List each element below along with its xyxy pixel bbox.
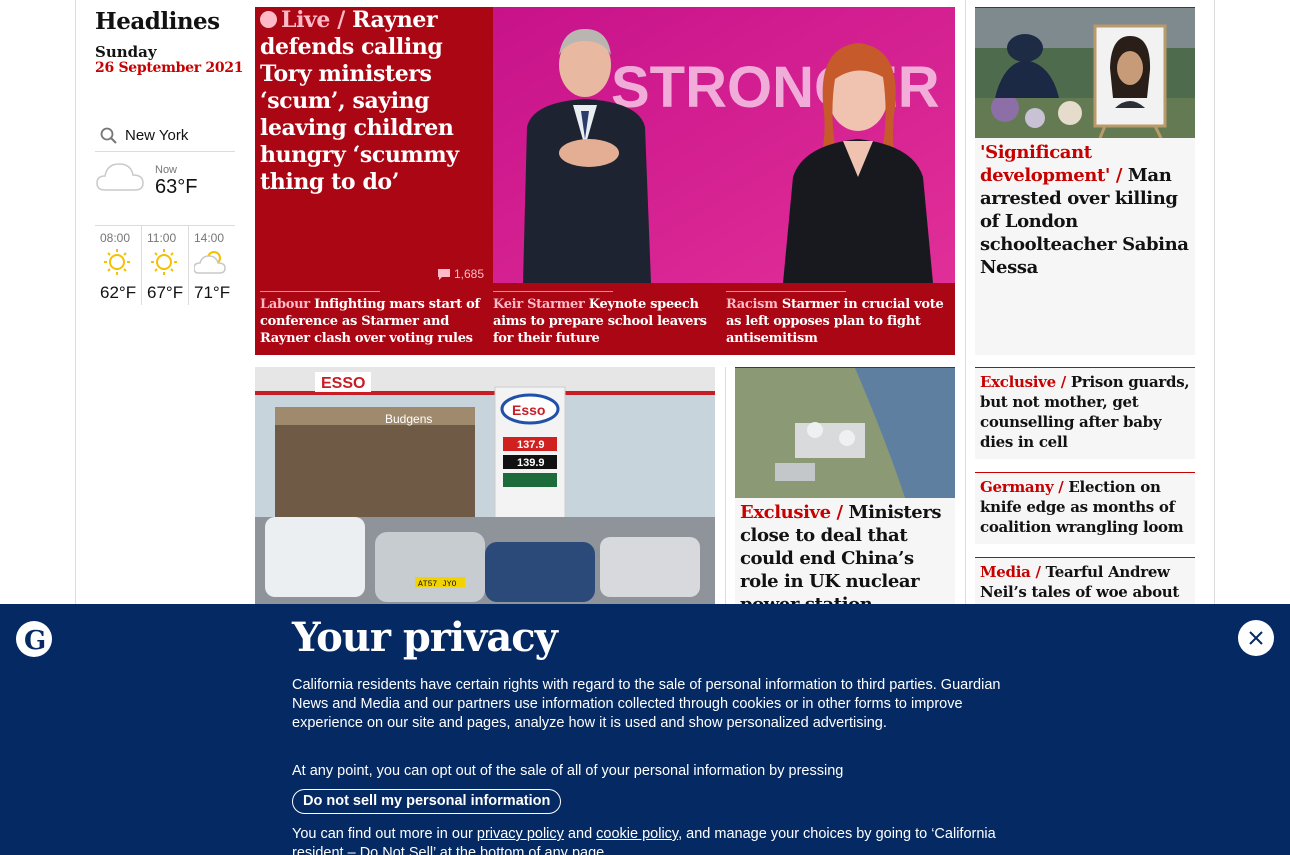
svg-text:Esso: Esso xyxy=(512,402,545,418)
row-divider xyxy=(725,367,726,607)
privacy-text-1: California residents have certain rights… xyxy=(292,677,1001,731)
lead-story-text: Live / Rayner defends calling Tory minis… xyxy=(260,7,488,196)
price-1: 137.9 xyxy=(517,439,545,451)
price-2: 139.9 xyxy=(517,457,545,469)
weather-location: New York xyxy=(125,127,189,144)
petrol-station-image[interactable]: ESSO Budgens Esso 137.9 139.9 AT57 JYO xyxy=(255,367,715,607)
story-image xyxy=(975,8,1195,138)
lead-kicker: Live / xyxy=(281,7,345,33)
forecast-temp: 62°F xyxy=(100,283,137,302)
comment-icon xyxy=(438,268,450,280)
sun-icon xyxy=(104,249,130,275)
privacy-text-3-start: You can find out more in our xyxy=(292,826,477,842)
sublink-rule xyxy=(493,291,613,292)
nuclear-photo xyxy=(735,368,955,498)
forecast-item: 08:00 62°F xyxy=(95,226,142,305)
sublink-text: Labour Infighting mars start of conferen… xyxy=(260,296,484,347)
story-card-sabina-nessa[interactable]: 'Significant development' / Man arrested… xyxy=(975,7,1195,355)
forecast-item: 11:00 67°F xyxy=(142,226,189,305)
forecast-time: 08:00 xyxy=(100,231,131,245)
story-kicker: Exclusive / xyxy=(740,502,843,523)
lead-photo: STRONGER xyxy=(493,7,955,283)
forecast-item: 14:00 71°F xyxy=(189,226,235,305)
sun-cloud-icon xyxy=(193,251,226,274)
weather-now-temp: 63°F xyxy=(155,176,198,198)
date-day: Sunday xyxy=(95,43,157,61)
sun-icon xyxy=(151,249,177,275)
weather-now-label: Now xyxy=(155,164,178,176)
sublink-racism[interactable]: Racism Starmer in crucial vote as left o… xyxy=(726,291,950,347)
comment-count[interactable]: 1,685 xyxy=(438,267,484,281)
weather-location-field[interactable]: New York xyxy=(95,120,235,152)
forecast-time: 14:00 xyxy=(194,231,225,245)
privacy-banner: G Your privacy California residents have… xyxy=(0,604,1290,855)
budgens-shop-text: Budgens xyxy=(385,412,432,426)
forecast-time: 11:00 xyxy=(147,231,177,245)
cookie-policy-link[interactable]: cookie policy xyxy=(596,826,678,842)
close-button[interactable] xyxy=(1238,620,1274,656)
search-icon xyxy=(100,127,117,144)
story-kicker: Exclusive / xyxy=(980,373,1066,391)
cloud-icon xyxy=(96,163,144,191)
sublink-kicker: Labour xyxy=(260,297,310,312)
lead-story-card[interactable]: Live / Rayner defends calling Tory minis… xyxy=(255,7,955,355)
weather-forecast: 08:00 62°F 11:00 67°F 14:00 71°F xyxy=(95,225,235,305)
date-full: 26 September 2021 xyxy=(95,60,244,76)
story-card-prison[interactable]: Exclusive / Prison guards, but not mothe… xyxy=(975,367,1195,459)
story-kicker: Media / xyxy=(980,563,1041,581)
privacy-text-3-and: and xyxy=(563,826,597,842)
esso-sign-text: ESSO xyxy=(321,375,365,392)
page-title: Headlines xyxy=(95,8,220,35)
sublink-kicker: Racism xyxy=(726,297,778,312)
weather-now: Now 63°F xyxy=(95,152,235,214)
sublink-labour[interactable]: Labour Infighting mars start of conferen… xyxy=(260,291,484,347)
sublink-kicker: Keir Starmer xyxy=(493,297,585,312)
lead-sublinks: Labour Infighting mars start of conferen… xyxy=(255,291,955,355)
do-not-sell-button[interactable]: Do not sell my personal information xyxy=(292,789,562,814)
story-card-germany[interactable]: Germany / Election on knife edge as mont… xyxy=(975,472,1195,544)
live-dot-icon xyxy=(260,11,277,28)
privacy-text-3: You can find out more in our privacy pol… xyxy=(292,825,1002,855)
svg-text:G: G xyxy=(24,626,46,656)
petrol-photo: ESSO Budgens Esso 137.9 139.9 AT57 JYO xyxy=(255,367,715,607)
comment-count-text: 1,685 xyxy=(454,267,485,281)
story-card-nuclear[interactable]: Exclusive / Ministers close to deal that… xyxy=(735,367,955,615)
lead-headline[interactable]: Live / Rayner defends calling Tory minis… xyxy=(260,7,488,196)
story-headline: 'Significant development' / Man arrested… xyxy=(980,141,1192,279)
forecast-temp: 67°F xyxy=(147,283,184,302)
story-text: Germany / Election on knife edge as mont… xyxy=(980,477,1190,537)
story-kicker: 'Significant development' / xyxy=(980,142,1123,186)
sublink-rule xyxy=(726,291,846,292)
lead-image[interactable]: STRONGER xyxy=(493,7,955,283)
privacy-policy-link[interactable]: privacy policy xyxy=(477,826,564,842)
story-kicker: Germany / xyxy=(980,478,1064,496)
privacy-title: Your privacy xyxy=(292,614,558,661)
sublink-rule xyxy=(260,291,380,292)
sublink-text: Racism Starmer in crucial vote as left o… xyxy=(726,296,950,347)
close-icon xyxy=(1249,631,1263,645)
story-image xyxy=(735,368,955,498)
story-text: Exclusive / Prison guards, but not mothe… xyxy=(980,372,1190,452)
forecast-temp: 71°F xyxy=(194,283,231,302)
lead-headline-text: Rayner defends calling Tory ministers ‘s… xyxy=(260,7,459,195)
sublink-keir-starmer[interactable]: Keir Starmer Keynote speech aims to prep… xyxy=(493,291,717,347)
privacy-text-2: At any point, you can opt out of the sal… xyxy=(292,763,844,779)
guardian-logo-icon: G xyxy=(16,621,52,657)
sublink-text: Keir Starmer Keynote speech aims to prep… xyxy=(493,296,717,347)
story-headline: Exclusive / Ministers close to deal that… xyxy=(740,501,952,616)
story-photo xyxy=(975,8,1195,138)
plate-text: AT57 JYO xyxy=(418,580,457,589)
